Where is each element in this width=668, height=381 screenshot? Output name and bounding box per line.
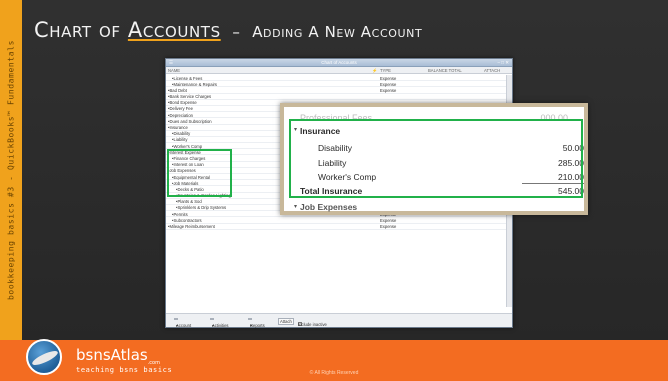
attach-button[interactable]: Attach xyxy=(278,318,294,325)
title-underlined: Accounts xyxy=(127,18,221,42)
account-name: •Disability xyxy=(172,131,191,137)
col-balance[interactable]: BALANCE TOTAL xyxy=(428,68,462,73)
slide-title: Chart of Accounts – Adding A New Account xyxy=(34,18,422,42)
next-section-title: Job Expenses xyxy=(300,202,358,212)
activities-button-label: Activities xyxy=(212,323,229,328)
account-name: •Mileage Reimbursement xyxy=(168,224,215,229)
lightning-icon[interactable]: ⚡ xyxy=(372,68,377,74)
title-prefix: Chart of xyxy=(34,18,128,42)
insurance-highlight-box xyxy=(167,149,232,197)
account-name: •Dues and Subscription xyxy=(168,118,212,124)
brand-name: bsnsAtlas.com xyxy=(76,346,160,366)
account-name: •Delivery Fee xyxy=(168,106,193,112)
chevron-down-icon: ▾ xyxy=(250,323,253,328)
include-inactive-label: Include inactive xyxy=(298,322,327,327)
account-type: Expense xyxy=(380,81,397,87)
account-name: •Sprinklers & Drip Systems xyxy=(176,205,227,211)
reports-button[interactable]: Reports ▾ xyxy=(248,318,265,328)
account-name: •Plants & Sod xyxy=(176,199,202,205)
account-name: •Bad Debt xyxy=(168,87,187,93)
account-name: •Bank Service Charges xyxy=(168,94,212,100)
account-button[interactable]: Account ▾ xyxy=(174,318,191,328)
expand-icon[interactable]: ▾ xyxy=(294,203,297,210)
account-name: •Worker's Comp xyxy=(172,143,203,149)
account-name: •License & Fees xyxy=(172,75,203,81)
account-type: Expense xyxy=(380,87,397,93)
column-header: NAME ⚡ TYPE BALANCE TOTAL ATTACH xyxy=(166,67,512,74)
insurance-zoom-panel: Professional Fees 000.00 ▾ Insurance Dis… xyxy=(280,103,588,215)
chevron-down-icon: ▾ xyxy=(212,323,215,328)
activities-button[interactable]: Activities ▾ xyxy=(210,318,229,328)
account-row[interactable]: •Mileage Reimbursement Expense xyxy=(166,224,508,230)
reports-button-label: Reports xyxy=(250,323,265,328)
chevron-down-icon: ▾ xyxy=(176,323,179,328)
copyright-text: © All Rights Reserved xyxy=(309,370,359,376)
window-titlebar: ☰ Chart of Accounts – □ ✕ xyxy=(166,59,512,67)
account-type: Expense xyxy=(380,75,397,81)
brand-text: bsnsAtlas xyxy=(76,346,148,364)
account-type: Expense xyxy=(380,224,397,229)
course-vertical-label: bookkeeping basics #3 - QuickBooks™ Fund… xyxy=(6,40,16,300)
window-controls[interactable]: – □ ✕ xyxy=(498,60,510,66)
window-footer: Account ▾ Activities ▾ Reports ▾ Attach … xyxy=(166,313,512,328)
col-type[interactable]: TYPE xyxy=(380,68,391,73)
title-dash: – xyxy=(232,23,241,41)
account-name: •Depreciation xyxy=(168,112,193,118)
title-sub: Adding A New Account xyxy=(252,23,423,41)
account-button-label: Account xyxy=(176,323,192,328)
col-attach[interactable]: ATTACH xyxy=(484,68,500,73)
account-name: •Permits xyxy=(172,211,188,217)
window-title: Chart of Accounts xyxy=(321,60,357,65)
account-name: •Maintenance & Repairs xyxy=(172,81,217,87)
account-name: •Subcontractors xyxy=(172,217,202,223)
col-name[interactable]: NAME xyxy=(168,68,180,73)
logo-swoosh xyxy=(30,348,60,368)
zoom-highlight-box xyxy=(289,119,583,198)
account-name: •Insurance xyxy=(168,125,188,130)
account-name: •Bond Expense xyxy=(168,100,197,106)
account-type: Expense xyxy=(380,217,397,223)
account-name: •Liability xyxy=(172,137,188,143)
left-accent-bar: bookkeeping basics #3 - QuickBooks™ Fund… xyxy=(0,0,22,340)
title-main: Chart of Accounts xyxy=(34,18,221,42)
